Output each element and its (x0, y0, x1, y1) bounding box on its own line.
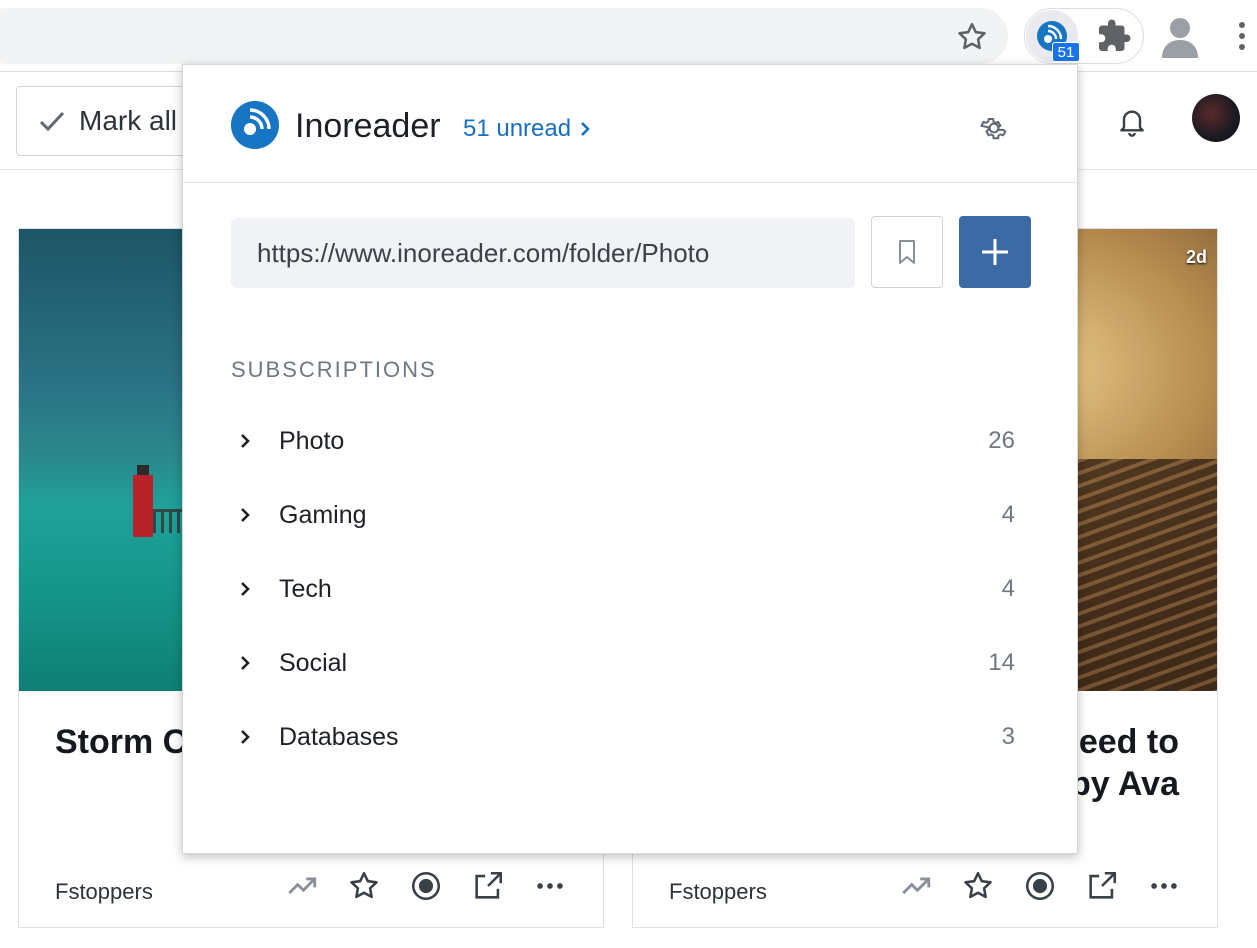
article-actions (285, 869, 567, 903)
bookmark-icon (899, 240, 915, 264)
external-link-icon[interactable] (471, 869, 505, 903)
more-icon[interactable] (533, 869, 567, 903)
chevron-right-icon[interactable] (235, 579, 255, 599)
inoreader-logo-icon (231, 101, 279, 149)
folder-name: Photo (279, 426, 345, 455)
unread-count: 14 (988, 649, 1015, 676)
folder-name: Tech (279, 574, 332, 603)
address-bar[interactable] (0, 8, 1008, 64)
folder-name: Gaming (279, 500, 367, 529)
check-icon (39, 111, 65, 132)
avatar[interactable] (1192, 94, 1240, 142)
folder-name: Databases (279, 722, 399, 751)
unread-count: 26 (988, 427, 1015, 454)
popup-header: Inoreader 51 unread (183, 65, 1077, 183)
unread-link[interactable]: 51 unread (463, 115, 591, 143)
unread-count: 4 (1001, 575, 1015, 602)
brand-title: Inoreader (295, 107, 441, 145)
chevron-right-icon (581, 122, 590, 136)
trending-icon[interactable] (285, 869, 319, 903)
plus-icon (982, 239, 1008, 265)
article-source[interactable]: Fstoppers (55, 879, 153, 905)
star-icon[interactable] (347, 869, 381, 903)
unread-link-label: 51 unread (463, 115, 572, 142)
chevron-right-icon[interactable] (235, 653, 255, 673)
chevron-right-icon[interactable] (235, 431, 255, 451)
subscription-folder-gaming[interactable]: Gaming 4 (231, 478, 1031, 552)
article-source[interactable]: Fstoppers (669, 879, 767, 905)
chevron-right-icon[interactable] (235, 727, 255, 747)
trending-icon[interactable] (899, 869, 933, 903)
subscription-list: Photo 26 Gaming 4 Tech 4 Social 14 Datab… (231, 404, 1031, 774)
url-input[interactable] (231, 218, 855, 288)
folder-name: Social (279, 648, 348, 677)
read-status-icon[interactable] (1023, 869, 1057, 903)
subscriptions-heading: SUBSCRIPTIONS (231, 357, 437, 382)
inoreader-popup: Inoreader 51 unread SUBSCRIPTIONS Photo … (182, 64, 1078, 854)
unread-count: 3 (1001, 723, 1015, 750)
subscription-folder-photo[interactable]: Photo 26 (231, 404, 1031, 478)
puzzle-icon[interactable] (1096, 18, 1132, 54)
profile-icon[interactable] (1160, 14, 1200, 58)
unread-badge: 51 (1052, 42, 1080, 62)
article-age: 2d (1185, 247, 1207, 267)
bookmark-star-icon[interactable] (955, 20, 989, 54)
subscription-folder-social[interactable]: Social 14 (231, 626, 1031, 700)
save-page-button[interactable] (871, 216, 943, 288)
chevron-right-icon[interactable] (235, 505, 255, 525)
bell-icon[interactable] (1116, 104, 1148, 138)
mark-all-label: Mark all (79, 105, 178, 136)
star-icon[interactable] (961, 869, 995, 903)
lighthouse (133, 475, 153, 537)
subscription-folder-databases[interactable]: Databases 3 (231, 700, 1031, 774)
subscription-folder-tech[interactable]: Tech 4 (231, 552, 1031, 626)
more-icon[interactable] (1147, 869, 1181, 903)
read-status-icon[interactable] (409, 869, 443, 903)
gear-icon[interactable] (979, 113, 1009, 143)
inoreader-extension-button[interactable]: 51 (1026, 10, 1080, 62)
browser-toolbar: 51 (0, 0, 1257, 72)
unread-count: 4 (1001, 501, 1015, 528)
more-menu-icon[interactable] (1234, 20, 1250, 52)
external-link-icon[interactable] (1085, 869, 1119, 903)
article-actions (899, 869, 1181, 903)
add-subscription-button[interactable] (959, 216, 1031, 288)
